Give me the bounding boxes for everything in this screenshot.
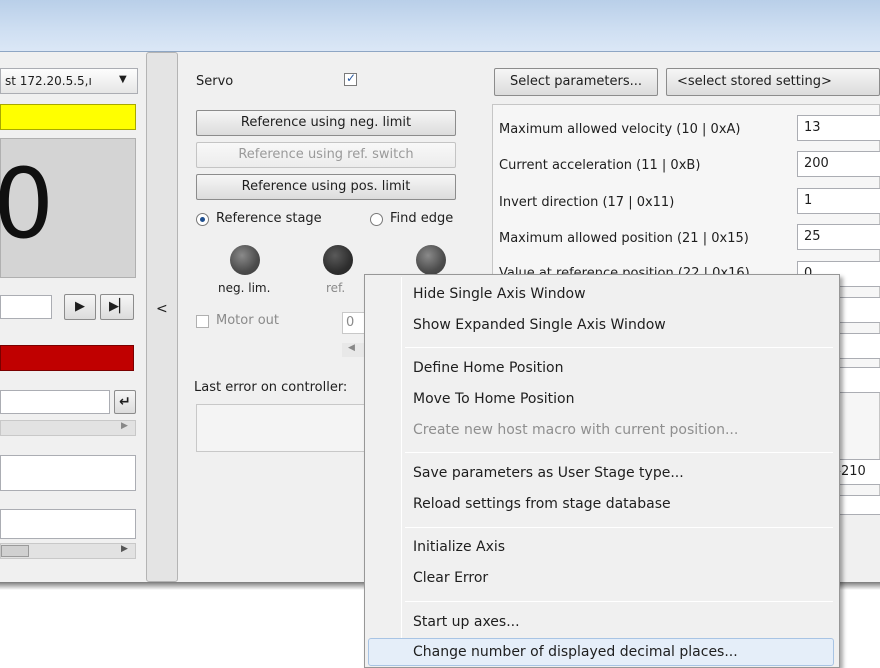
position-display: 0	[0, 138, 136, 278]
stored-setting-dropdown[interactable]: <select stored setting>	[666, 68, 880, 96]
param-value-field[interactable]: 25	[797, 224, 880, 250]
reference-ref-switch-label: Reference using ref. switch	[238, 147, 414, 162]
ref-led	[323, 245, 353, 275]
param-value-field[interactable]: 200	[797, 151, 880, 177]
param-name: Invert direction (17 | 0x11)	[499, 195, 675, 210]
menu-item-move-to-home-position[interactable]: Move To Home Position	[413, 391, 575, 407]
param-value: 1	[804, 193, 813, 208]
skip-end-icon: ▶▏	[109, 299, 129, 314]
param-name: Maximum allowed velocity (10 | 0xA)	[499, 122, 741, 137]
motor-out-checkbox[interactable]	[196, 315, 209, 328]
ref-label: ref.	[326, 281, 346, 295]
connection-dropdown[interactable]: st 172.20.5.5,ı ▼	[0, 68, 138, 94]
reference-pos-limit-label: Reference using pos. limit	[241, 179, 411, 194]
menu-item-change-decimal-places-label: Change number of displayed decimal place…	[413, 644, 738, 660]
window-titlebar[interactable]	[0, 0, 880, 52]
servo-checkbox[interactable]: ✓	[344, 71, 357, 86]
neg-limit-led	[230, 245, 260, 275]
motor-scrollbar[interactable]: ◀	[342, 343, 366, 357]
stored-setting-value: <select stored setting>	[677, 74, 832, 89]
find-edge-label: Find edge	[390, 211, 454, 226]
context-menu: Hide Single Axis Window Show Expanded Si…	[364, 274, 840, 668]
scroll-right-icon: ▶	[121, 421, 128, 431]
menu-separator	[405, 452, 833, 453]
reference-ref-switch-button[interactable]: Reference using ref. switch	[196, 142, 456, 168]
find-edge-radio[interactable]	[370, 213, 383, 226]
enter-icon: ↵	[119, 394, 131, 410]
param-value-field[interactable]: 13	[797, 115, 880, 141]
step-size-input[interactable]	[0, 295, 52, 319]
menu-separator	[405, 601, 833, 602]
step-forward-button[interactable]: ▶	[64, 294, 96, 320]
output-field-1	[0, 455, 136, 491]
pos-limit-led	[416, 245, 446, 275]
reference-neg-limit-button[interactable]: Reference using neg. limit	[196, 110, 456, 136]
menu-item-change-decimal-places[interactable]: Change number of displayed decimal place…	[368, 638, 834, 666]
horizontal-scrollbar[interactable]: ▶	[0, 420, 136, 436]
motor-out-value: 0	[342, 312, 366, 334]
menu-item-save-parameters-user-stage[interactable]: Save parameters as User Stage type...	[413, 465, 684, 481]
reference-pos-limit-button[interactable]: Reference using pos. limit	[196, 174, 456, 200]
play-icon: ▶	[75, 299, 85, 314]
output-field-2	[0, 509, 136, 539]
param-name: Maximum allowed position (21 | 0x15)	[499, 231, 749, 246]
check-icon: ✓	[346, 71, 357, 85]
collapse-panel-button[interactable]: <	[146, 52, 178, 582]
position-digit: 0	[0, 148, 55, 260]
scrollbar-thumb[interactable]	[1, 545, 29, 557]
motor-out-label: Motor out	[216, 313, 279, 328]
menu-item-reload-settings[interactable]: Reload settings from stage database	[413, 496, 671, 512]
status-bar-red	[0, 345, 134, 371]
servo-label: Servo	[196, 74, 234, 89]
chevron-down-icon: ▼	[119, 74, 127, 85]
param-value: 13	[804, 120, 821, 135]
menu-item-clear-error[interactable]: Clear Error	[413, 570, 488, 586]
reference-stage-radio[interactable]	[196, 213, 209, 226]
param-value: 25	[804, 229, 821, 244]
command-input[interactable]	[0, 390, 110, 414]
scroll-right-icon: ▶	[121, 544, 128, 554]
param-name: Current acceleration (11 | 0xB)	[499, 158, 701, 173]
select-parameters-button[interactable]: Select parameters...	[494, 68, 658, 96]
scroll-left-icon: ◀	[348, 343, 355, 353]
menu-item-create-host-macro[interactable]: Create new host macro with current posit…	[413, 422, 738, 438]
collapse-arrow-icon: <	[156, 301, 168, 317]
menu-gutter-divider	[401, 277, 402, 665]
status-bar-yellow	[0, 104, 136, 130]
param-value-field[interactable]: 1	[797, 188, 880, 214]
menu-item-initialize-axis[interactable]: Initialize Axis	[413, 539, 505, 555]
last-error-label: Last error on controller:	[194, 380, 348, 395]
connection-dropdown-value: st 172.20.5.5,ı	[5, 74, 92, 88]
screen: st 172.20.5.5,ı ▼ 0 ▶ ▶▏ ↵ ▶ ▶ < Servo ✓…	[0, 0, 880, 668]
reference-neg-limit-label: Reference using neg. limit	[240, 115, 412, 130]
menu-item-start-up-axes[interactable]: Start up axes...	[413, 614, 520, 630]
neg-limit-label: neg. lim.	[218, 281, 271, 295]
menu-separator	[405, 347, 833, 348]
menu-item-hide-single-axis-window[interactable]: Hide Single Axis Window	[413, 286, 586, 302]
menu-item-show-expanded-single-axis-window[interactable]: Show Expanded Single Axis Window	[413, 317, 666, 333]
param-value: 200	[804, 156, 829, 171]
move-to-end-button[interactable]: ▶▏	[100, 294, 134, 320]
menu-separator	[405, 527, 833, 528]
last-error-field	[196, 404, 366, 452]
horizontal-scrollbar-2[interactable]: ▶	[0, 543, 136, 559]
select-parameters-label: Select parameters...	[509, 74, 643, 89]
send-command-button[interactable]: ↵	[114, 390, 136, 414]
motor-out-value-text: 0	[346, 315, 355, 330]
menu-item-define-home-position[interactable]: Define Home Position	[413, 360, 563, 376]
reference-stage-label: Reference stage	[216, 211, 322, 226]
